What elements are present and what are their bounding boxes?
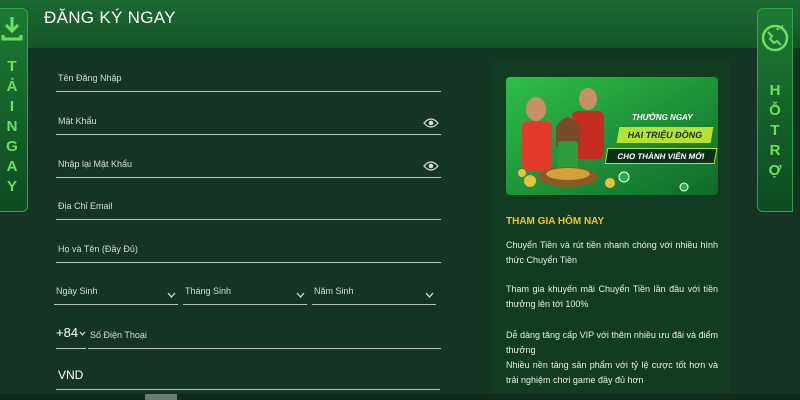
banner-letter: I	[9, 98, 15, 115]
promo-headline-2: HAI TRIỆU ĐỒNG	[616, 127, 714, 143]
birth-year-placeholder: Năm Sinh	[314, 286, 354, 296]
benefit-item: Tham gia khuyến mãi Chuyển Tiền lần đầu …	[506, 284, 718, 309]
chevron-down-icon	[79, 331, 86, 336]
banner-letter: Ả	[6, 78, 18, 95]
chevron-down-icon	[296, 292, 305, 298]
password-placeholder: Mật Khẩu	[58, 116, 97, 126]
banner-letter: G	[6, 138, 18, 155]
join-today-title: THAM GIA HÔM NAY	[506, 216, 605, 227]
phone-field[interactable]: Số Điện Thoại	[88, 320, 441, 349]
download-icon	[1, 17, 23, 41]
fullname-placeholder: Họ và Tên (Đầy Đủ)	[58, 244, 138, 254]
support-badge: 24	[776, 25, 784, 32]
birth-month-select[interactable]: Tháng Sinh	[183, 276, 307, 305]
banner-letter: A	[6, 158, 18, 175]
birth-year-select[interactable]: Năm Sinh	[312, 276, 436, 305]
benefit-item: Chuyển Tiền và rút tiền nhanh chóng với …	[506, 240, 718, 265]
currency-value: VND	[58, 368, 84, 382]
fullname-field[interactable]: Họ và Tên (Đầy Đủ)	[56, 233, 441, 263]
country-code-select[interactable]: +84	[56, 323, 86, 349]
header-bar: ĐĂNG KÝ NGAY	[0, 0, 800, 48]
page-title: ĐĂNG KÝ NGAY	[44, 8, 176, 27]
banner-letter: Y	[6, 178, 17, 195]
support-banner[interactable]: 24 H Ỗ T R Ợ	[757, 8, 793, 212]
show-password-icon[interactable]	[423, 160, 439, 172]
confirm-password-field[interactable]: Nhập lại Mật Khẩu	[56, 148, 441, 178]
support-24-icon	[761, 24, 789, 52]
email-placeholder: Địa Chỉ Email	[58, 201, 113, 211]
download-app-banner[interactable]: T Ả I N G A Y	[0, 8, 28, 212]
banner-letter: Ỗ	[769, 102, 781, 119]
country-code-value: +84	[56, 325, 79, 340]
username-placeholder: Tên Đăng Nhập	[58, 73, 122, 83]
confirm-password-placeholder: Nhập lại Mật Khẩu	[58, 159, 133, 169]
birth-day-placeholder: Ngày Sinh	[56, 286, 98, 296]
horizontal-scrollbar[interactable]	[0, 394, 800, 400]
birth-day-select[interactable]: Ngày Sinh	[54, 276, 178, 305]
banner-letter: R	[769, 142, 781, 159]
scrollbar-thumb[interactable]	[145, 394, 177, 400]
phone-placeholder: Số Điện Thoại	[90, 330, 147, 340]
download-app-label: T Ả I N G A Y	[0, 57, 27, 197]
banner-letter: T	[770, 122, 780, 139]
banner-letter: N	[6, 118, 18, 135]
benefit-item: Dễ dàng tăng cấp VIP với thêm nhiều ưu đ…	[506, 330, 718, 355]
banner-letter: H	[769, 82, 781, 99]
promo-banner-image[interactable]: THƯỞNG NGAY HAI TRIỆU ĐỒNG CHO THÀNH VIÊ…	[506, 77, 718, 195]
promo-panel: THƯỞNG NGAY HAI TRIỆU ĐỒNG CHO THÀNH VIÊ…	[492, 62, 730, 400]
birth-month-placeholder: Tháng Sinh	[185, 286, 232, 296]
support-label: H Ỗ T R Ợ	[758, 81, 792, 181]
currency-select[interactable]: VND	[56, 362, 440, 390]
promo-headline-1: THƯỞNG NGAY	[632, 113, 693, 122]
show-password-icon[interactable]	[423, 117, 439, 129]
banner-letter: Ợ	[768, 162, 782, 179]
password-field[interactable]: Mật Khẩu	[56, 105, 441, 135]
email-field[interactable]: Địa Chỉ Email	[56, 190, 441, 220]
banner-letter: T	[7, 58, 17, 75]
promo-headline-3: CHO THÀNH VIÊN MỚI	[604, 148, 718, 164]
benefit-item: Nhiều nền tảng sản phẩm với tỷ lệ cược t…	[506, 360, 718, 385]
username-field[interactable]: Tên Đăng Nhập	[56, 62, 441, 92]
chevron-down-icon	[167, 292, 176, 298]
chevron-down-icon	[425, 292, 434, 298]
